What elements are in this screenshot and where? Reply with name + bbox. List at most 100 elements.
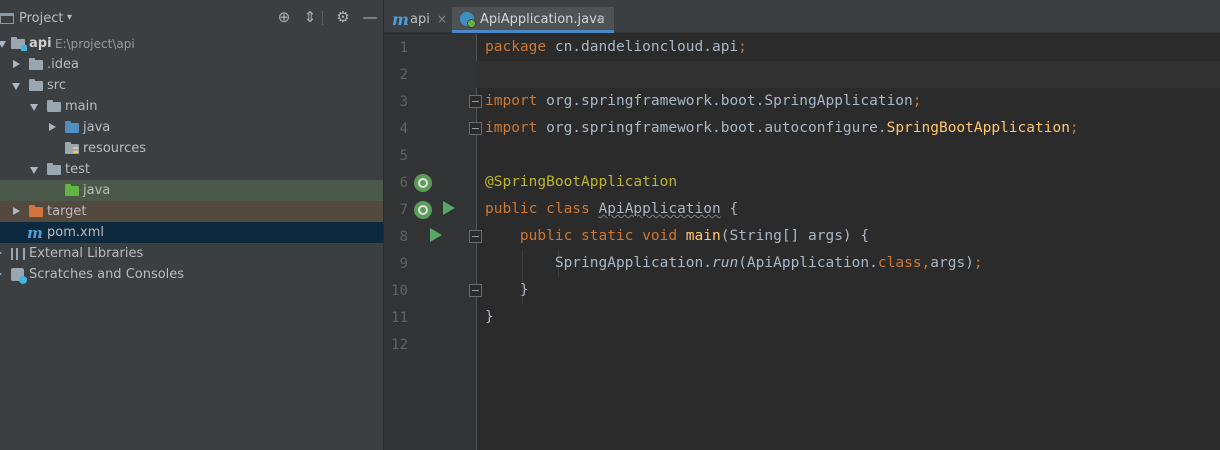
close-icon[interactable]: ×: [596, 12, 606, 26]
expand-arrow-icon[interactable]: [12, 83, 20, 90]
code-token: public class: [485, 201, 590, 217]
module-folder-icon: [11, 37, 27, 51]
code-line-7: public class ApiApplication {: [485, 201, 738, 217]
tree-item-idea[interactable]: .idea: [0, 54, 383, 75]
line-number: 5: [399, 148, 408, 164]
tree-item-label: main: [65, 99, 98, 114]
tree-item-label: api: [29, 36, 52, 51]
code-token: SpringApplication.: [554, 255, 712, 271]
code-token: public static void: [519, 228, 678, 244]
fold-marker-icon[interactable]: [469, 122, 482, 135]
line-number: 6: [399, 175, 408, 191]
collapse-arrow-icon[interactable]: [49, 123, 56, 131]
code-token: run: [711, 255, 739, 271]
tree-item-target[interactable]: target: [0, 201, 383, 222]
tree-item-label: .idea: [47, 57, 79, 72]
code-line-11: }: [485, 309, 494, 325]
code-token: package: [485, 39, 547, 55]
close-icon[interactable]: ×: [437, 12, 447, 26]
tree-item-resources[interactable]: resources: [0, 138, 383, 159]
tree-item-main[interactable]: main: [0, 96, 383, 117]
tree-item-main-java[interactable]: java: [0, 117, 383, 138]
minimize-icon[interactable]: —: [361, 8, 379, 26]
tree-item-test[interactable]: test: [0, 159, 383, 180]
expand-arrow-icon[interactable]: [30, 104, 38, 111]
code-token: main: [685, 228, 721, 244]
code-token: }: [519, 282, 529, 298]
run-icon[interactable]: [430, 228, 442, 242]
code-line-1: package cn.dandelioncloud.api;: [485, 39, 747, 55]
code-token: (String[] args) {: [720, 228, 870, 244]
tree-item-pom-xml[interactable]: m pom.xml: [0, 222, 383, 243]
scratches-icon: [11, 268, 27, 284]
collapse-arrow-icon[interactable]: [13, 60, 20, 68]
header-divider: [322, 11, 323, 25]
collapse-arrow-icon[interactable]: [13, 207, 20, 215]
code-token: ;: [912, 93, 922, 109]
caret-line-highlight: [476, 61, 1220, 88]
code-token: cn.dandelioncloud.api: [546, 39, 739, 55]
folder-icon: [47, 100, 61, 112]
tree-item-external-libraries[interactable]: External Libraries: [0, 243, 383, 264]
maven-icon: m: [392, 10, 409, 29]
tab-label: api: [410, 12, 430, 27]
folder-icon: [29, 58, 43, 70]
code-line-9: SpringApplication.run(ApiApplication.cla…: [485, 255, 983, 271]
fold-marker-icon[interactable]: [469, 284, 482, 297]
line-number: 10: [391, 283, 408, 299]
spring-bean-icon[interactable]: [414, 174, 432, 192]
line-number: 9: [399, 256, 408, 272]
code-token: SpringBootApplication: [886, 120, 1070, 136]
folder-icon: [47, 163, 61, 175]
code-line-3: import org.springframework.boot.SpringAp…: [485, 93, 922, 109]
tree-item-api-module[interactable]: api E:\project\api: [0, 33, 383, 54]
code-token: ;: [738, 39, 747, 55]
tree-item-label: src: [47, 78, 66, 93]
collapse-arrow-icon[interactable]: [0, 249, 2, 257]
code-token: org.springframework.boot.autoconfigure.: [537, 120, 887, 136]
run-icon[interactable]: [443, 201, 455, 215]
excluded-folder-icon: [29, 205, 43, 217]
code-line-4: import org.springframework.boot.autoconf…: [485, 120, 1079, 136]
source-folder-icon: [65, 121, 79, 133]
tree-item-label: resources: [83, 141, 147, 156]
tab-api-pom[interactable]: m api ×: [390, 7, 450, 33]
libraries-icon: [11, 248, 25, 260]
tab-api-application[interactable]: ApiApplication.java ×: [452, 7, 614, 33]
maven-icon: m: [27, 224, 43, 242]
spring-bean-icon[interactable]: [414, 201, 432, 219]
chevron-down-icon[interactable]: ▾: [67, 12, 72, 23]
code-token: ;: [973, 255, 983, 271]
project-header: Project ▾ ⊕ ⇕ ⚙ —: [0, 0, 383, 33]
expand-arrow-icon[interactable]: [0, 41, 6, 48]
tree-item-label: java: [83, 120, 111, 135]
tree-item-scratches[interactable]: Scratches and Consoles: [0, 264, 383, 285]
line-number: 4: [399, 121, 408, 137]
code-token: (ApiApplication.: [738, 255, 878, 271]
module-path: E:\project\api: [55, 37, 135, 51]
tree-item-label: Scratches and Consoles: [29, 267, 185, 282]
fold-marker-icon[interactable]: [469, 95, 482, 108]
locate-target-icon[interactable]: ⊕: [275, 8, 293, 26]
tree-item-label: External Libraries: [29, 246, 144, 261]
project-view-title[interactable]: Project: [19, 11, 63, 26]
folder-icon: [29, 79, 43, 91]
expand-arrow-icon[interactable]: [30, 167, 38, 174]
tree-item-label: pom.xml: [47, 225, 104, 240]
resources-folder-icon: [65, 142, 79, 154]
tree-item-test-java[interactable]: java: [0, 180, 383, 201]
code-token: ;: [1069, 120, 1079, 136]
tree-item-src[interactable]: src: [0, 75, 383, 96]
line-number: 11: [391, 310, 408, 326]
tree-item-label: target: [47, 204, 87, 219]
spring-class-icon: [460, 12, 476, 28]
code-token: @SpringBootApplication: [485, 174, 678, 190]
collapse-all-icon[interactable]: ⇕: [301, 8, 319, 26]
editor-tab-bar: m api × ApiApplication.java ×: [384, 0, 1220, 33]
gear-icon[interactable]: ⚙: [334, 8, 352, 26]
fold-marker-icon[interactable]: [469, 230, 482, 243]
tree-item-label: test: [65, 162, 90, 177]
collapse-arrow-icon[interactable]: [0, 270, 2, 278]
code-token: import: [485, 120, 538, 136]
code-editor[interactable]: 1 2 3 4 5 6 7 8 9 10 11 12 package cn.da…: [384, 34, 1220, 450]
